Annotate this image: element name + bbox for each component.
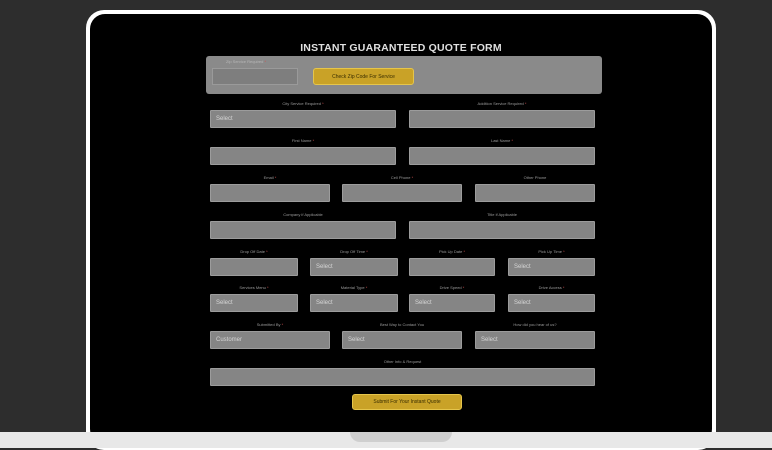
dropoff-time-label: Drop Off Time * (340, 249, 368, 254)
drive-speed-label: Drive Speed * (439, 285, 465, 290)
drive-speed-select[interactable]: Select (409, 294, 495, 312)
laptop-notch (350, 432, 452, 442)
zip-check-panel: Zip Service Required * Check Zip Code Fo… (206, 56, 602, 94)
job-title-label: Title if Applicable (487, 212, 517, 217)
hear-about-label: How did you hear of us? (513, 322, 557, 327)
other-info-label: Other Info & Request (383, 359, 422, 364)
material-select[interactable]: Select (310, 294, 398, 312)
zip-code-input[interactable] (212, 68, 298, 85)
email-input[interactable] (210, 184, 330, 202)
additional-service-label: Addition Service Required * (477, 101, 527, 106)
pickup-date-input[interactable] (409, 258, 495, 276)
pickup-date-label: Pick Up Date * (438, 249, 466, 254)
services-label: Services Menu * (239, 285, 269, 290)
last-name-label: Last Name * (490, 138, 514, 143)
laptop-screen: INSTANT GUARANTEED QUOTE FORM Zip Servic… (90, 14, 712, 444)
first-name-input[interactable] (210, 147, 396, 165)
dropoff-date-input[interactable] (210, 258, 298, 276)
form-title: INSTANT GUARANTEED QUOTE FORM (300, 42, 502, 54)
company-input[interactable] (210, 221, 396, 239)
submit-quote-button[interactable]: Submit For Your Instant Quote (352, 394, 462, 410)
submitted-by-label: Submitted By * (256, 322, 284, 327)
best-way-select[interactable]: Select (342, 331, 462, 349)
cell-phone-label: Cell Phone * (390, 175, 414, 180)
dropoff-date-label: Drop Off Date * (240, 249, 268, 254)
other-phone-label: Other Phone (523, 175, 547, 180)
material-label: Material Type * (340, 285, 368, 290)
additional-service-select[interactable] (409, 110, 595, 128)
best-way-label: Best Way to Contact You (379, 322, 425, 327)
pickup-time-select[interactable]: Select (508, 258, 595, 276)
services-select[interactable]: Select (210, 294, 298, 312)
hear-about-select[interactable]: Select (475, 331, 595, 349)
drive-access-label: Drive Access * (538, 285, 565, 290)
cell-phone-input[interactable] (342, 184, 462, 202)
submitted-by-select[interactable]: Customer (210, 331, 330, 349)
other-info-input[interactable] (210, 368, 595, 386)
last-name-input[interactable] (409, 147, 595, 165)
first-name-label: First Name * (291, 138, 315, 143)
drive-access-select[interactable]: Select (508, 294, 595, 312)
city-select[interactable]: Select (210, 110, 396, 128)
other-phone-input[interactable] (475, 184, 595, 202)
company-label: Company if Applicable (283, 212, 323, 217)
check-zip-button[interactable]: Check Zip Code For Service (313, 68, 414, 85)
city-label: City Service Required * (282, 101, 324, 106)
job-title-input[interactable] (409, 221, 595, 239)
laptop-frame: INSTANT GUARANTEED QUOTE FORM Zip Servic… (86, 10, 716, 450)
email-label: Email * (263, 175, 277, 180)
zip-label: Zip Service Required * (226, 59, 267, 64)
dropoff-time-select[interactable]: Select (310, 258, 398, 276)
pickup-time-label: Pick Up Time * (538, 249, 565, 254)
